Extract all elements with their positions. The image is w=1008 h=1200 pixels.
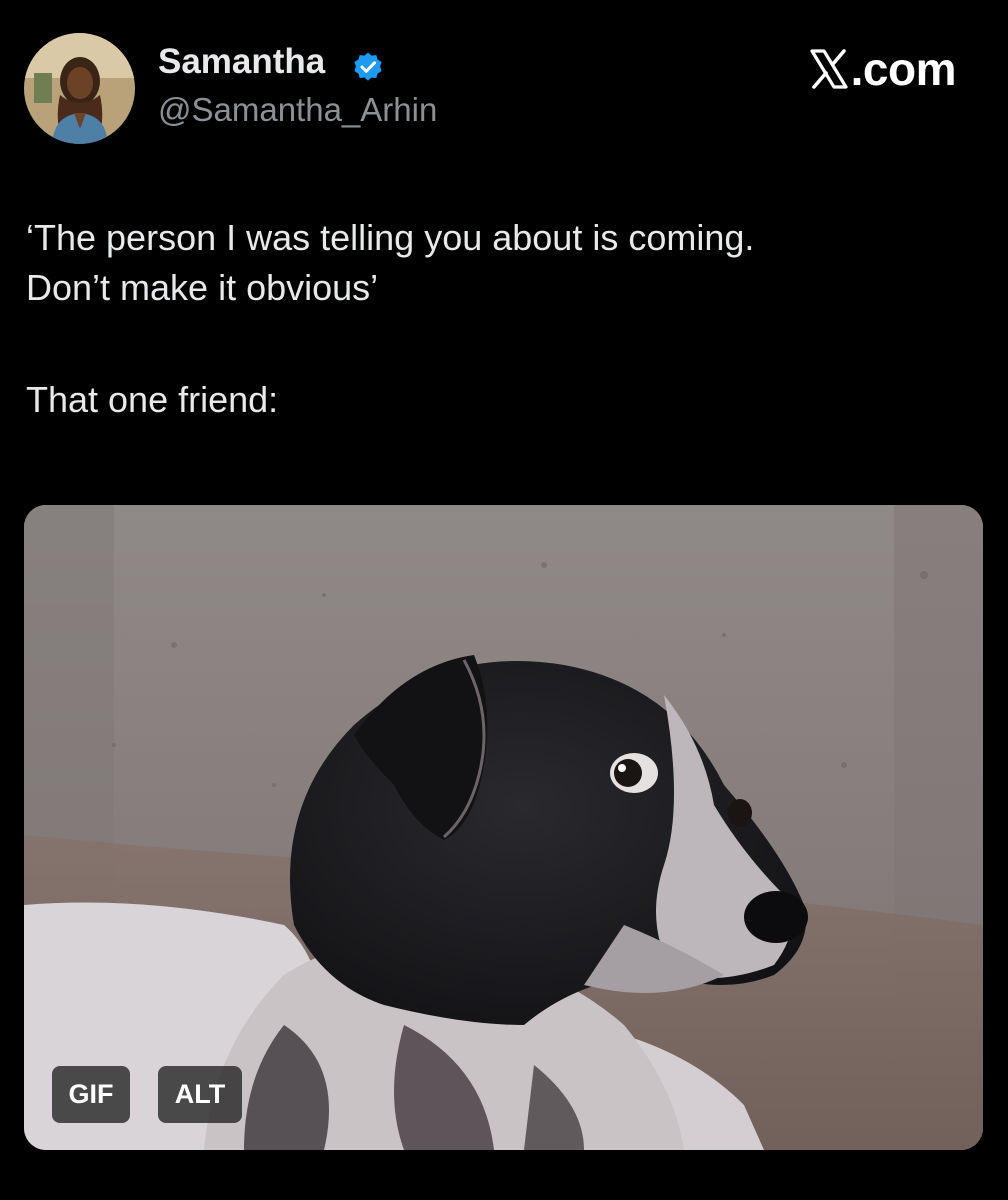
tweet-line-1: ‘The person I was telling you about is c…: [26, 217, 755, 258]
tweet-line-3: That one friend:: [26, 379, 279, 420]
x-logo-icon: [809, 48, 849, 90]
author-handle[interactable]: @Samantha_Arhin: [158, 93, 437, 126]
dog-side-eye-image: [24, 505, 983, 1150]
gif-badge[interactable]: GIF: [52, 1066, 130, 1123]
tweet-media-gif[interactable]: [24, 505, 983, 1150]
tweet-line-2: Don’t make it obvious’: [26, 267, 379, 308]
verified-badge-icon: [352, 51, 384, 83]
site-logo: .com: [809, 43, 957, 95]
profile-avatar[interactable]: [24, 33, 135, 144]
author-display-name[interactable]: Samantha: [158, 44, 325, 79]
avatar-image: [24, 33, 135, 144]
alt-text-button[interactable]: ALT: [158, 1066, 242, 1123]
site-domain-label: .com: [850, 43, 957, 95]
tweet-text: ‘The person I was telling you about is c…: [26, 213, 976, 425]
